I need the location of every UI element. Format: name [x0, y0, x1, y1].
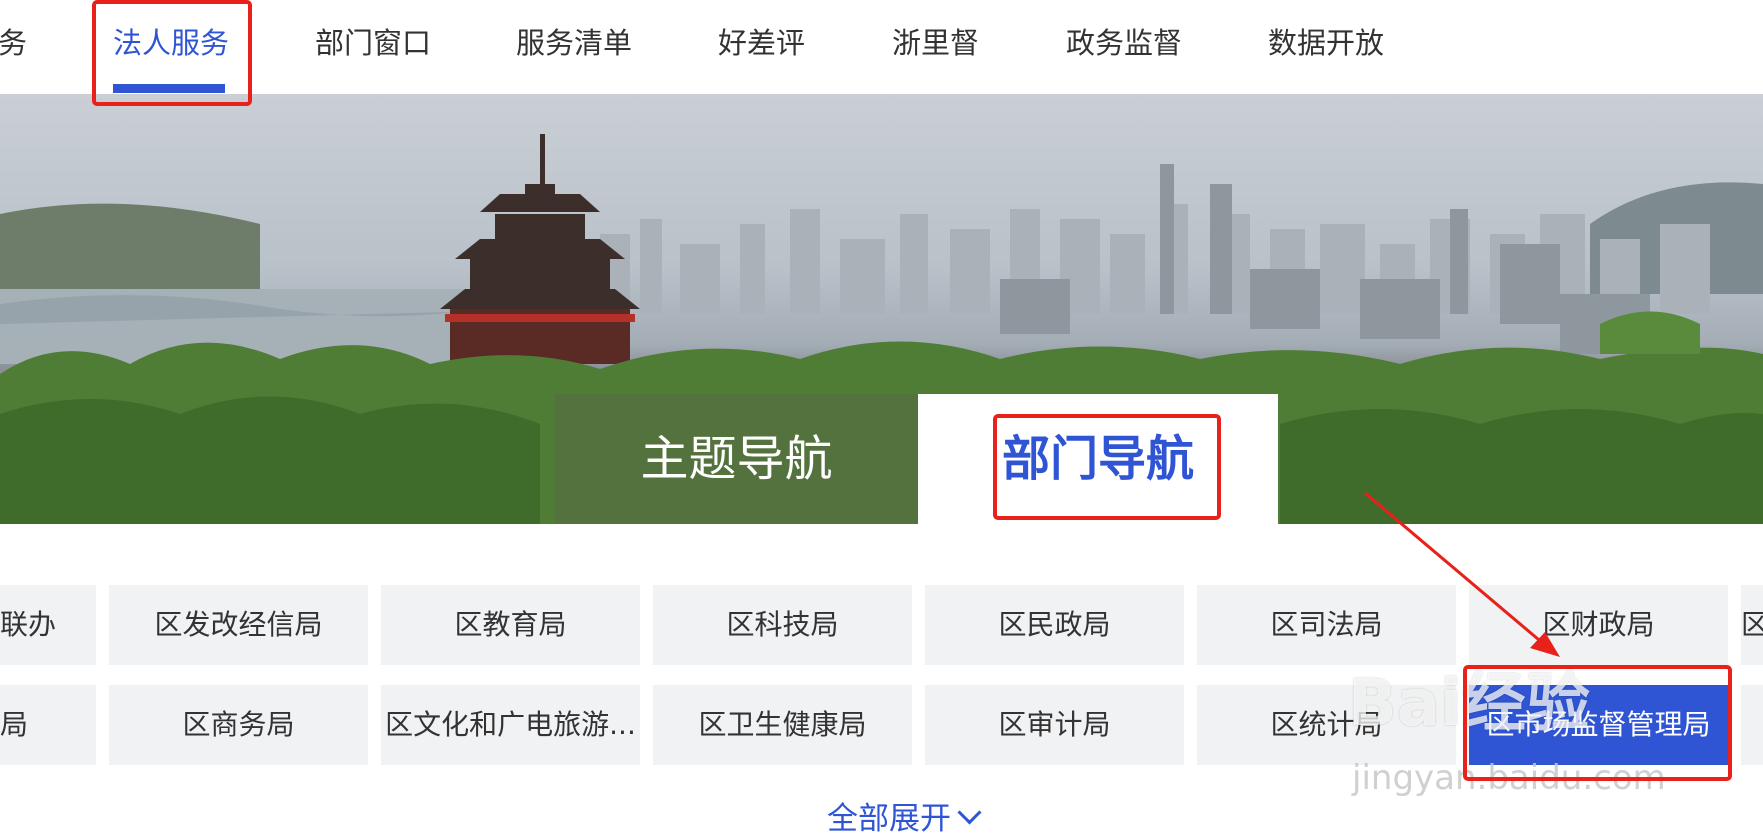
dept-item[interactable]: 区科技局	[653, 585, 912, 665]
annotation-box-market-supervision	[1463, 665, 1732, 781]
top-nav: 务 法人服务 部门窗口 服务清单 好差评 浙里督 政务监督 数据开放	[0, 0, 1763, 94]
expand-all-button[interactable]: 全部展开	[827, 793, 982, 837]
nav-item-open-data[interactable]: 数据开放	[1268, 0, 1384, 94]
dept-item[interactable]: 区卫生健康局	[653, 685, 912, 765]
nav-item-zheli-du[interactable]: 浙里督	[892, 0, 979, 94]
dept-item[interactable]: 区	[1741, 585, 1763, 665]
annotation-box-nav	[92, 0, 252, 106]
nav-item-reviews[interactable]: 好差评	[718, 0, 805, 94]
dept-item[interactable]: 区民政局	[925, 585, 1184, 665]
nav-item-department-window[interactable]: 部门窗口	[315, 0, 431, 94]
dept-item[interactable]: 区发改经信局	[109, 585, 368, 665]
dept-item[interactable]: 局	[0, 685, 96, 765]
dept-item[interactable]	[1741, 685, 1763, 765]
dept-item[interactable]: 区商务局	[109, 685, 368, 765]
dept-item[interactable]: 联办	[0, 585, 96, 665]
dept-item[interactable]: 区教育局	[381, 585, 640, 665]
chevron-down-icon	[957, 800, 982, 825]
tab-theme-navigation[interactable]: 主题导航	[555, 394, 918, 524]
dept-item[interactable]: 区文化和广电旅游...	[381, 685, 640, 765]
nav-item-partial[interactable]: 务	[0, 0, 27, 94]
nav-item-service-list[interactable]: 服务清单	[516, 0, 632, 94]
expand-all-label: 全部展开	[827, 801, 951, 837]
annotation-box-dept-tab	[993, 414, 1221, 520]
dept-item[interactable]: 区审计局	[925, 685, 1184, 765]
nav-item-government-supervision[interactable]: 政务监督	[1066, 0, 1182, 94]
